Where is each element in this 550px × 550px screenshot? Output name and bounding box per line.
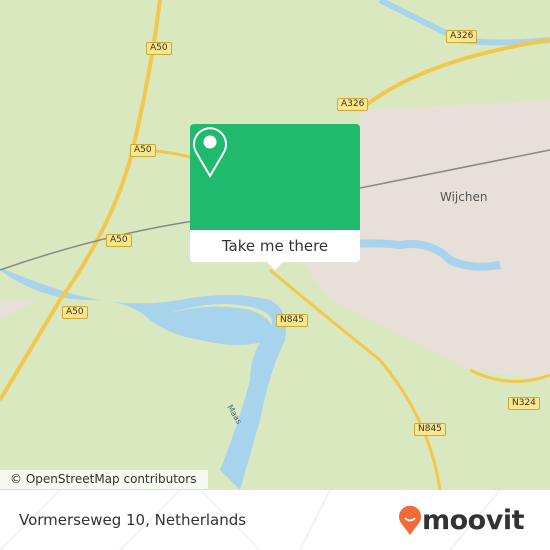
- road-label: N845: [276, 314, 308, 327]
- map[interactable]: A50 A50 A50 A50 A326 A326 N845 N845 N324…: [0, 0, 550, 490]
- road-label: A50: [106, 234, 132, 247]
- road-label: A326: [337, 98, 369, 111]
- road-label: A50: [146, 42, 172, 55]
- map-attribution[interactable]: © OpenStreetMap contributors: [0, 470, 209, 489]
- map-pin-icon: [193, 127, 227, 178]
- road-label: A326: [446, 30, 478, 43]
- moovit-pin-icon: [399, 505, 421, 535]
- road-label: N845: [414, 423, 446, 436]
- brand-name: moovit: [422, 505, 525, 536]
- road-label: N324: [508, 397, 540, 410]
- take-me-there-button[interactable]: Take me there: [190, 230, 360, 262]
- road-label: A50: [62, 306, 88, 319]
- road-label: A50: [130, 144, 156, 157]
- location-popup: Take me there: [190, 124, 360, 270]
- address-label: Vormerseweg 10, Netherlands: [19, 511, 247, 529]
- moovit-logo: moovit: [398, 505, 525, 536]
- town-label: Wijchen: [440, 190, 488, 204]
